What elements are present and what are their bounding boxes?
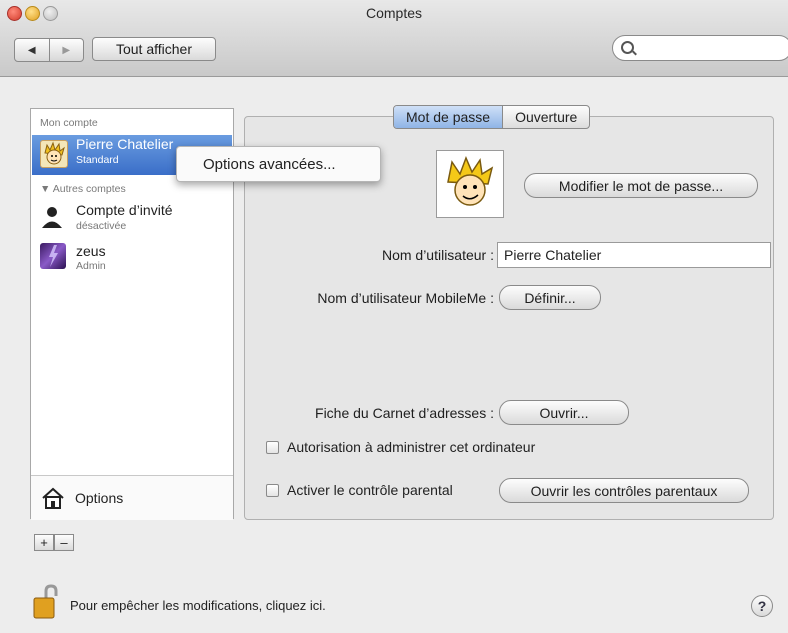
- addressbook-label: Fiche du Carnet d’adresses :: [315, 405, 494, 421]
- tab-password[interactable]: Mot de passe: [394, 106, 503, 128]
- user-picture-icon: [447, 156, 494, 206]
- addressbook-open-button[interactable]: Ouvrir...: [499, 400, 629, 425]
- my-account-header: Mon compte: [40, 117, 98, 129]
- other-accounts-header[interactable]: ▼ Autres comptes: [40, 183, 126, 195]
- open-parental-controls-button[interactable]: Ouvrir les contrôles parentaux: [499, 478, 749, 503]
- disclosure-triangle-icon[interactable]: ▼: [40, 183, 50, 195]
- change-password-button[interactable]: Modifier le mot de passe...: [524, 173, 758, 198]
- back-arrow-icon[interactable]: ◀: [15, 39, 50, 61]
- show-all-button[interactable]: Tout afficher: [92, 37, 216, 61]
- user-picture-well[interactable]: [436, 150, 504, 218]
- tab-login-items[interactable]: Ouverture: [502, 106, 589, 128]
- lock-message[interactable]: Pour empêcher les modifications, cliquez…: [70, 598, 326, 613]
- person-silhouette-icon: [40, 205, 64, 229]
- admin-checkbox[interactable]: [266, 441, 279, 454]
- account-status: désactivée: [76, 220, 127, 232]
- search-field[interactable]: [612, 35, 788, 61]
- forward-arrow-icon[interactable]: ▶: [50, 39, 84, 61]
- admin-checkbox-label: Autorisation à administrer cet ordinateu…: [287, 439, 536, 455]
- account-status: Admin: [76, 260, 106, 272]
- advanced-options-menu-item[interactable]: Options avancées...: [203, 156, 336, 173]
- back-forward-control[interactable]: ◀ ▶: [14, 38, 84, 62]
- username-label: Nom d’utilisateur :: [381, 247, 494, 263]
- window-title: Comptes: [365, 5, 423, 21]
- other-accounts-label: Autres comptes: [52, 183, 126, 195]
- account-name: Compte d’invité: [76, 202, 173, 218]
- current-user-name: Pierre Chatelier: [76, 136, 174, 152]
- current-user-role: Standard: [76, 154, 119, 166]
- tab-bar: Mot de passe Ouverture: [393, 105, 591, 129]
- search-input[interactable]: [643, 39, 787, 59]
- help-button[interactable]: ?: [751, 595, 773, 617]
- remove-account-button[interactable]: –: [54, 534, 74, 551]
- login-options-row[interactable]: Options: [31, 475, 233, 520]
- add-account-button[interactable]: +: [34, 534, 54, 551]
- account-name: zeus: [76, 243, 106, 259]
- mobileme-label: Nom d’utilisateur MobileMe :: [317, 290, 494, 306]
- user-avatar-icon: [40, 140, 68, 168]
- purple-lightning-avatar-icon: [40, 243, 66, 269]
- parental-controls-checkbox[interactable]: [266, 484, 279, 497]
- context-menu: Options avancées...: [176, 146, 381, 182]
- username-field[interactable]: Pierre Chatelier: [497, 242, 771, 268]
- lock-icon[interactable]: [32, 584, 60, 620]
- parental-controls-label: Activer le contrôle parental: [287, 482, 453, 498]
- mobileme-define-button[interactable]: Définir...: [499, 285, 601, 310]
- options-label: Options: [75, 490, 124, 506]
- house-icon: [41, 486, 65, 510]
- search-icon: [621, 41, 634, 54]
